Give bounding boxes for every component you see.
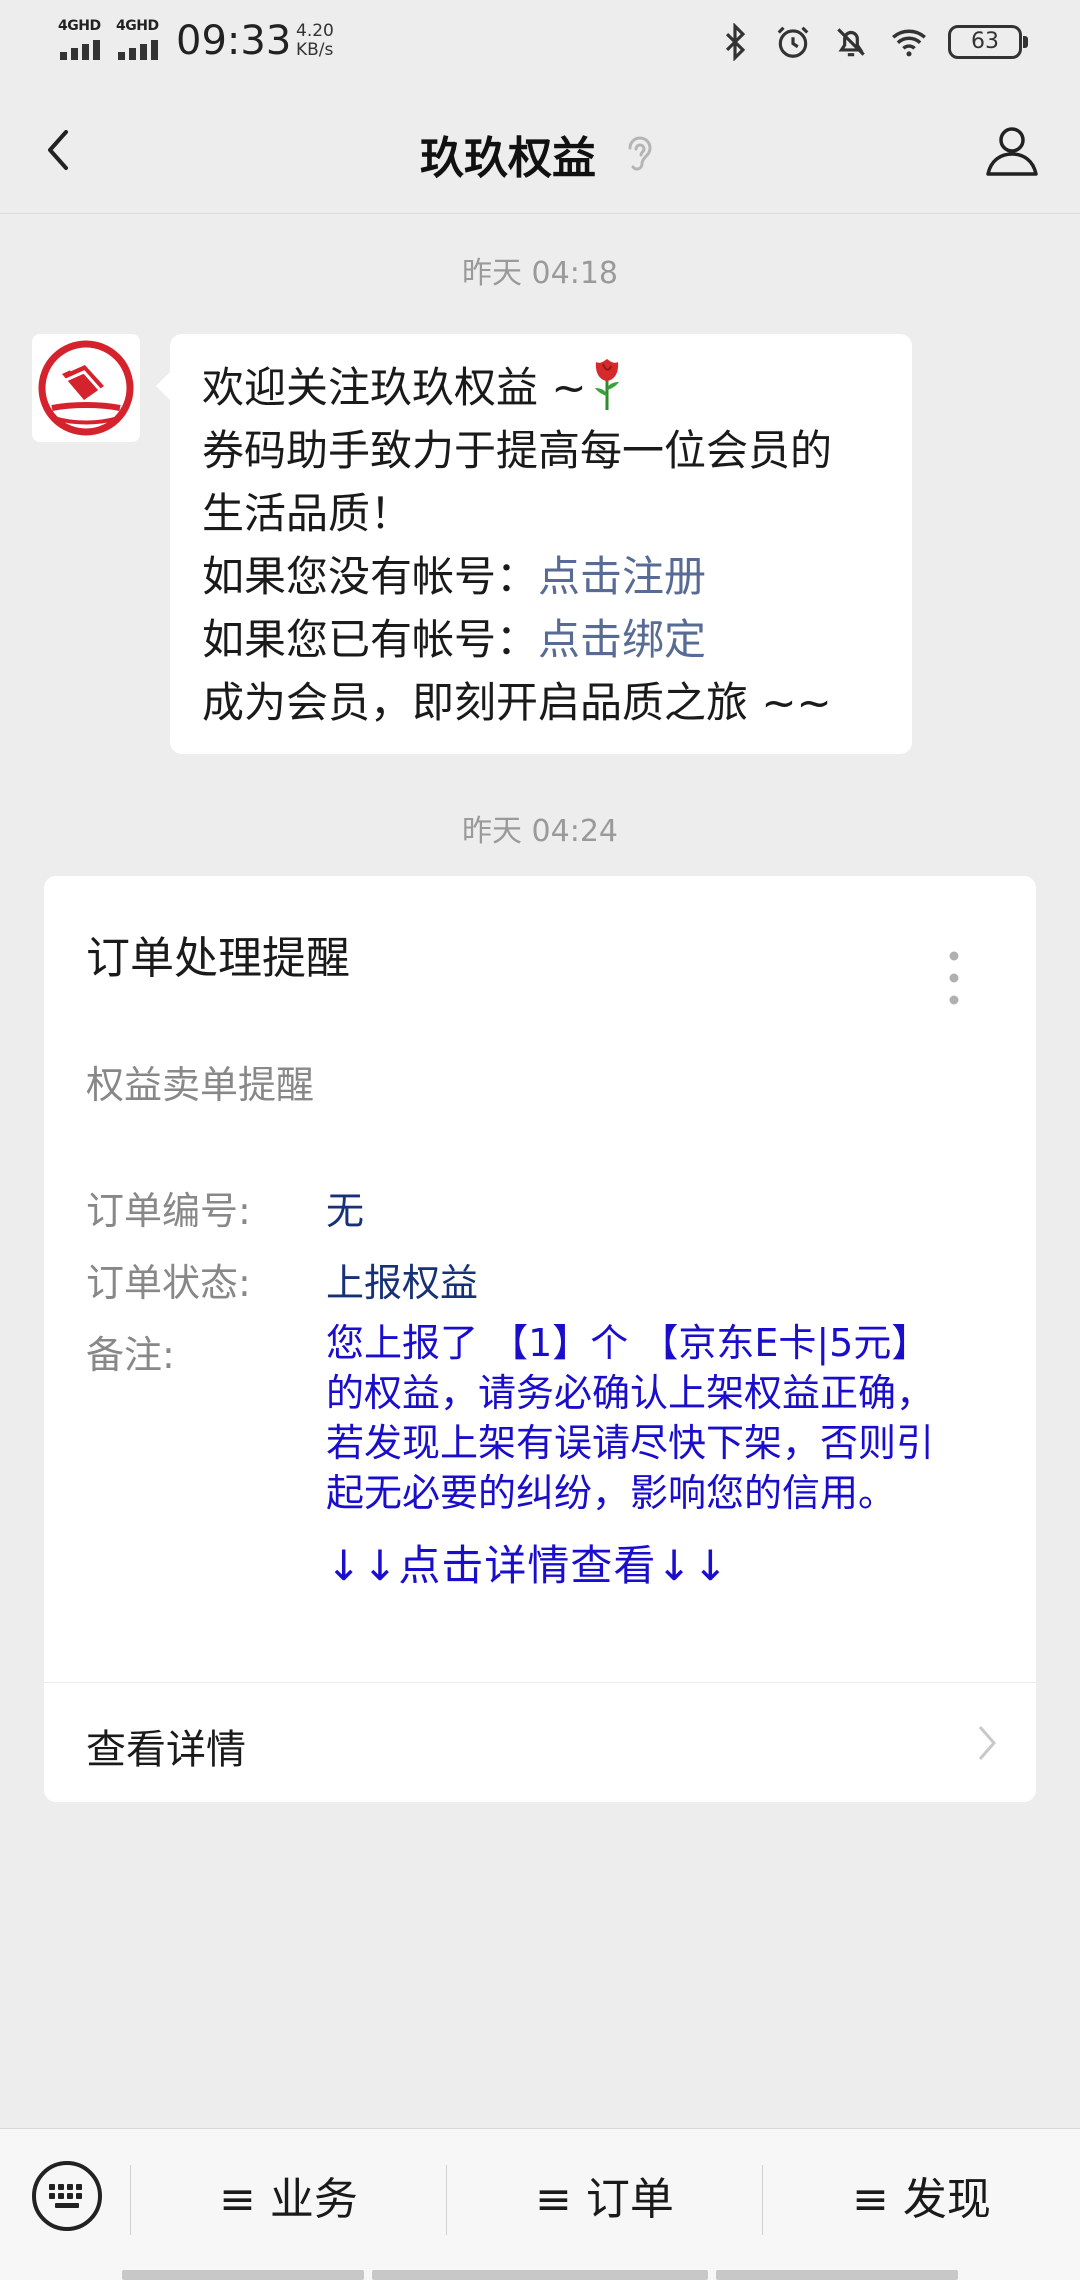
chevron-right-icon [978, 1726, 996, 1760]
user-profile-icon[interactable] [982, 120, 1042, 180]
menu-business[interactable]: ≡ 业务 [131, 2165, 446, 2235]
remark-text: 您上报了 【1】个 【京东E卡|5元】 的权益，请务必确认上架权益正确， 若发现… [326, 1318, 1006, 1518]
brand-logo-icon [38, 340, 134, 436]
welcome-line: 如果您没有帐号：点击注册 [202, 545, 880, 608]
status-icons: 63 [716, 18, 1028, 66]
order-status-value: 上报权益 [326, 1261, 479, 1305]
remark-line: 的权益，请务必确认上架权益正确， [326, 1371, 935, 1415]
more-options-icon[interactable] [948, 948, 960, 1008]
page-title-text: 玖玖权益 [420, 133, 596, 184]
view-details-button[interactable]: 查看详情 [44, 1683, 1036, 1802]
remark-line: 您上报了 【1】个 【京东E卡|5元】 [326, 1321, 930, 1365]
message-timestamp: 昨天 04:24 [462, 814, 618, 849]
speed-value: 4.20 [296, 21, 334, 41]
menu-discover[interactable]: ≡ 发现 [763, 2165, 1080, 2235]
avatar[interactable] [32, 334, 140, 442]
remark-line: 起无必要的纠纷，影响您的信用。 [326, 1471, 897, 1515]
signal-1-label: 4GHD [58, 18, 101, 34]
alarm-icon [777, 26, 809, 58]
speed-unit: KB/s [296, 40, 334, 60]
bottom-indicator [122, 2270, 364, 2280]
bluetooth-icon [725, 23, 746, 61]
bottom-menu-bar: ≡ 业务 ≡ 订单 ≡ 发现 [0, 2128, 1080, 2280]
welcome-line: 如果您已有帐号：点击绑定 [202, 608, 880, 671]
network-speed: 4.20 KB/s [296, 22, 334, 60]
bind-prompt: 如果您已有帐号： [202, 615, 539, 664]
welcome-line: 券码助手致力于提高每一位会员的 [202, 426, 833, 475]
remark-line: 若发现上架有误请尽快下架，否则引 [326, 1421, 935, 1465]
view-details-label: 查看详情 [86, 1727, 246, 1773]
signal-indicator-1: 4GHD [58, 18, 101, 60]
battery-icon: 63 [948, 25, 1028, 59]
clock: 09:33 [176, 18, 292, 64]
menu-orders[interactable]: ≡ 订单 [447, 2165, 762, 2235]
detail-hint: ↓↓点击详情查看↓↓ [326, 1541, 729, 1590]
order-number-label: 订单编号: [86, 1189, 251, 1233]
mute-icon [837, 28, 865, 57]
welcome-line: 成为会员，即刻开启品质之旅 ~~ [202, 678, 832, 727]
card-subtitle: 权益卖单提醒 [86, 1063, 315, 1107]
order-status-label: 订单状态: [86, 1261, 251, 1305]
status-bar: 4GHD 4GHD 09:33 4.20 KB/s 63 [0, 0, 1080, 84]
register-prompt: 如果您没有帐号： [202, 552, 539, 601]
remark-label: 备注: [86, 1333, 175, 1377]
rose-emoji-icon [594, 359, 619, 410]
page-title: 玖玖权益 [0, 122, 1080, 186]
welcome-line: 欢迎关注玖玖权益 ~ [202, 356, 880, 419]
signal-bars-icon [58, 40, 104, 60]
ear-icon [628, 136, 652, 171]
bottom-indicator [716, 2270, 958, 2280]
signal-indicator-2: 4GHD [116, 18, 159, 60]
bind-account-link[interactable]: 点击绑定 [538, 615, 706, 664]
nav-bar: 玖玖权益 [0, 84, 1080, 214]
card-title: 订单处理提醒 [86, 933, 350, 984]
message-timestamp: 昨天 04:18 [462, 256, 618, 291]
signal-2-label: 4GHD [116, 18, 159, 34]
keyboard-icon[interactable] [30, 2159, 104, 2233]
battery-level: 63 [971, 29, 999, 54]
order-notification-card[interactable]: 订单处理提醒 权益卖单提醒 订单编号: 无 订单状态: 上报权益 备注: 您上报… [44, 876, 1036, 1802]
register-link[interactable]: 点击注册 [538, 552, 706, 601]
wifi-icon [892, 29, 926, 57]
welcome-message-bubble: 欢迎关注玖玖权益 ~ 券码助手致力于提高每一位会员的 生活品质！ 如果您没有帐号… [156, 334, 912, 754]
signal-bars-icon [116, 40, 162, 60]
welcome-line: 生活品质！ [202, 489, 413, 538]
order-number-value: 无 [326, 1189, 365, 1233]
welcome-text: 欢迎关注玖玖权益 ~ [202, 363, 587, 412]
bottom-indicator [372, 2270, 708, 2280]
